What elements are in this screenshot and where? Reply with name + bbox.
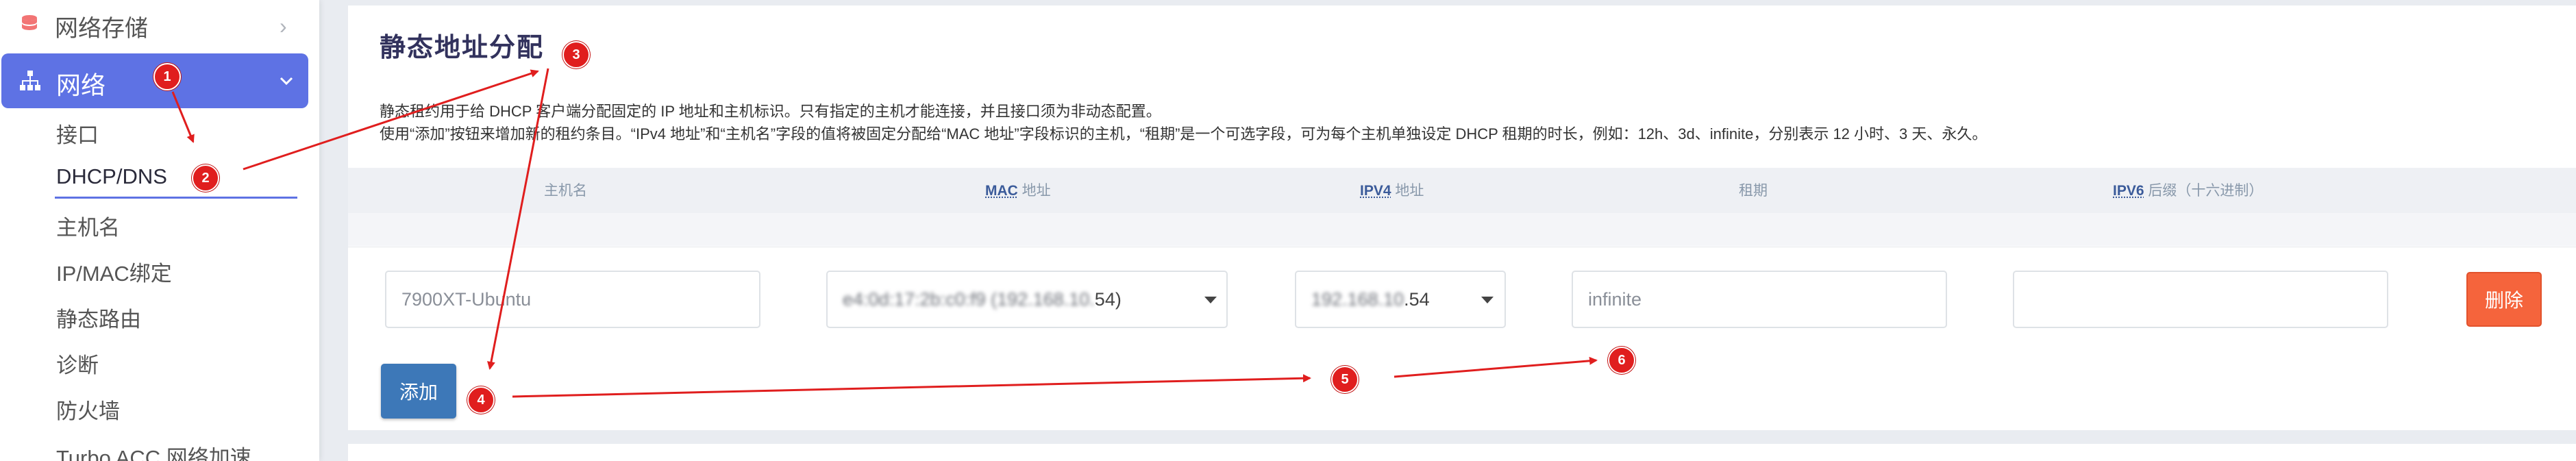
hostname-input[interactable]: 7900XT-Ubuntu: [385, 271, 760, 328]
sidebar-item-network-storage[interactable]: 网络存储 ›: [0, 0, 319, 48]
hostname-value: 7900XT-Ubuntu: [401, 288, 532, 310]
mac-address-select[interactable]: e4:0d:17:2b:c0:f9 (192.168.10. 54): [826, 271, 1228, 328]
sidebar-item-dhcp-dns[interactable]: DHCP/DNS: [56, 164, 167, 189]
table-row-placeholder: [348, 213, 2576, 246]
column-header-mac: MAC 地址: [985, 183, 1051, 199]
caret-down-icon: [1481, 297, 1494, 303]
annotation-badge-1: 1: [153, 63, 181, 90]
annotation-badge-3: 3: [562, 41, 590, 68]
chevron-right-icon: ›: [280, 14, 287, 38]
chevron-down-icon: [280, 77, 293, 86]
column-header-ipv6-suffix: IPV6 后缀（十六进制）: [2113, 183, 2264, 199]
annotation-badge-5: 5: [1331, 366, 1359, 393]
lease-time-input[interactable]: infinite: [1572, 271, 1947, 328]
ipv4-address-redacted: 192.168.10: [1311, 288, 1404, 310]
sitemap-icon: [20, 71, 40, 90]
mac-address-suffix: 54): [1094, 288, 1122, 310]
lease-time-value: infinite: [1588, 288, 1642, 310]
next-section-edge: [348, 444, 2576, 461]
database-icon: [22, 15, 37, 30]
sidebar-item-ip-mac-binding[interactable]: IP/MAC绑定: [56, 256, 172, 287]
active-item-underline: [55, 197, 297, 199]
annotation-badge-2: 2: [192, 164, 219, 192]
annotation-badge-4: 4: [467, 386, 495, 414]
ipv6-suffix-input[interactable]: [2013, 271, 2388, 328]
sidebar-item-turbo-acc[interactable]: Turbo ACC 网络加速: [56, 440, 251, 461]
delete-button[interactable]: 删除: [2466, 272, 2542, 327]
sidebar-item-label: 网络存储: [55, 16, 148, 42]
column-header-ipv4: IPV4 地址: [1360, 183, 1424, 199]
ipv4-address-suffix: .54: [1404, 288, 1430, 310]
sidebar-item-static-routes[interactable]: 静态路由: [56, 302, 141, 333]
column-header-lease: 租期: [1739, 183, 1768, 199]
mac-address-redacted: e4:0d:17:2b:c0:f9 (192.168.10.: [843, 288, 1095, 310]
ipv4-address-select[interactable]: 192.168.10.54: [1295, 271, 1506, 328]
sidebar-item-label: 网络: [56, 71, 106, 99]
annotation-badge-6: 6: [1608, 347, 1635, 374]
section-description-line-2: 使用“添加”按钮来增加新的租约条目。“IPv4 地址”和“主机名”字段的值将被固…: [380, 125, 1987, 142]
column-header-hostname: 主机名: [544, 183, 587, 199]
sidebar-item-firewall[interactable]: 防火墙: [56, 394, 120, 425]
sidebar-item-hostnames[interactable]: 主机名: [56, 210, 120, 241]
sidebar-item-diagnostics[interactable]: 诊断: [56, 348, 99, 379]
add-button[interactable]: 添加: [381, 364, 456, 419]
section-description-line-1: 静态租约用于给 DHCP 客户端分配固定的 IP 地址和主机标识。只有指定的主机…: [380, 103, 1161, 120]
caret-down-icon: [1204, 297, 1217, 303]
sidebar-item-interfaces[interactable]: 接口: [56, 118, 99, 149]
section-title: 静态地址分配: [380, 34, 545, 62]
